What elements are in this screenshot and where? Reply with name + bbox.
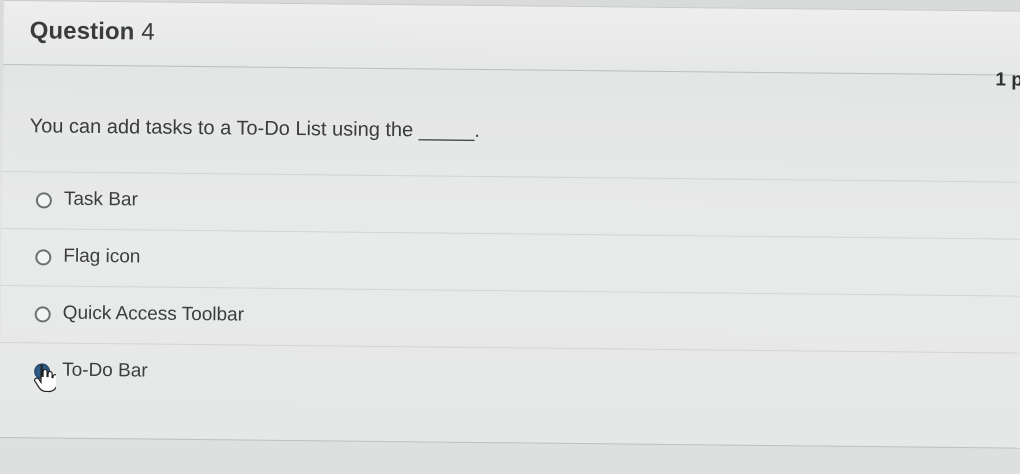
radio-button-icon[interactable] bbox=[35, 192, 52, 209]
answer-label: Task Bar bbox=[63, 188, 138, 211]
answer-option-to-do-bar[interactable]: To-Do Bar bbox=[0, 341, 1020, 410]
quiz-screen: Question 4 1 pt You can add tasks to a T… bbox=[0, 0, 1020, 474]
question-title: Question 4 bbox=[30, 17, 155, 46]
answer-label: Quick Access Toolbar bbox=[62, 302, 245, 326]
answer-label: To-Do Bar bbox=[62, 359, 148, 382]
question-header: Question 4 bbox=[3, 0, 1020, 76]
answer-label: Flag icon bbox=[63, 245, 141, 268]
question-number: 4 bbox=[141, 18, 155, 46]
question-points: 1 pt bbox=[995, 69, 1020, 91]
question-text: You can add tasks to a To-Do List using … bbox=[29, 115, 481, 142]
question-title-prefix: Question bbox=[29, 17, 135, 46]
answer-list: Task Bar Flag icon Quick Access Toolbar … bbox=[0, 170, 1020, 410]
question-card: Question 4 1 pt You can add tasks to a T… bbox=[0, 0, 1020, 449]
radio-button-icon[interactable] bbox=[35, 249, 52, 266]
hand-pointer-icon bbox=[34, 364, 57, 393]
radio-button-icon[interactable] bbox=[34, 306, 51, 323]
